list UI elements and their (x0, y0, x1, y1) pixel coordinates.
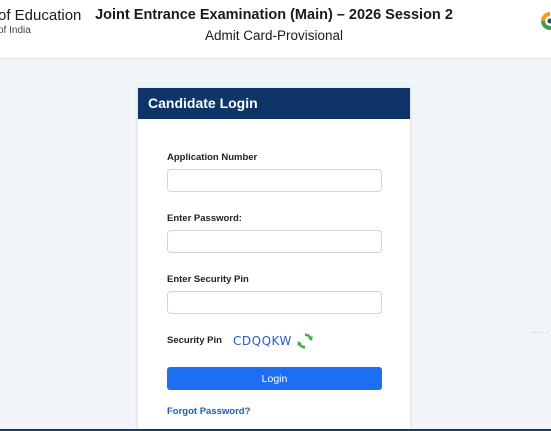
decorative-dots: ····· (530, 328, 549, 337)
captcha-label: Security Pin (167, 335, 222, 346)
ministry-branding: of Education of India (0, 8, 81, 36)
forgot-password-link[interactable]: Forgot Password? (167, 406, 382, 417)
page-title-block: Joint Entrance Examination (Main) – 2026… (94, 7, 454, 43)
login-card: Candidate Login Application Number Enter… (138, 88, 410, 431)
application-number-label: Application Number (167, 152, 258, 163)
security-pin-label: Enter Security Pin (167, 274, 249, 285)
login-button[interactable]: Login (167, 367, 382, 390)
password-input[interactable] (167, 230, 382, 253)
page-subtitle: Admit Card-Provisional (204, 28, 344, 43)
captcha-image: CDQQKW (233, 334, 292, 348)
password-label: Enter Password: (167, 213, 242, 224)
nta-logo-icon (541, 12, 551, 30)
government-name: of India (0, 25, 31, 36)
application-number-input[interactable] (167, 169, 382, 192)
login-form: Application Number Enter Password: Enter… (167, 152, 382, 417)
login-card-heading: Candidate Login (138, 88, 410, 119)
captcha-row: Security Pin CDQQKW (167, 331, 382, 351)
refresh-icon[interactable] (296, 332, 314, 350)
security-pin-input[interactable] (167, 291, 382, 314)
page-header: of Education of India Joint Entrance Exa… (0, 0, 551, 59)
page-title: Joint Entrance Examination (Main) – 2026… (95, 7, 453, 23)
ministry-name: of Education (0, 7, 82, 24)
